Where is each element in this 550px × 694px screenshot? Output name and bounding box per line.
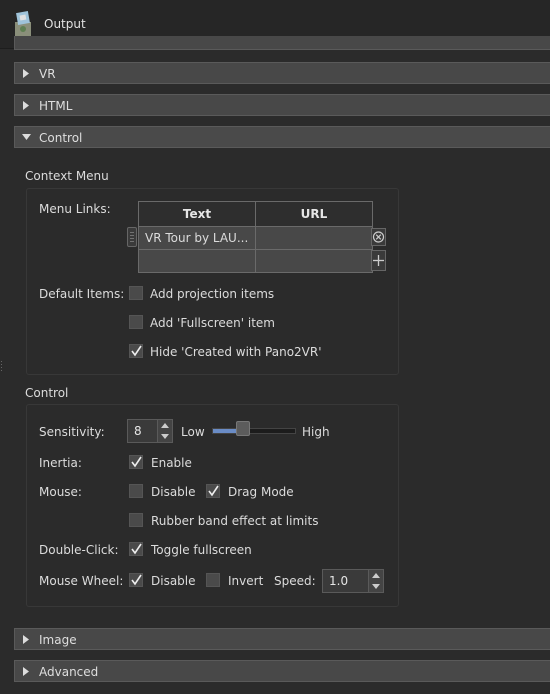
spin-down-icon[interactable]	[369, 581, 383, 592]
mouse-disable-checkbox[interactable]	[129, 484, 143, 498]
section-vr[interactable]: VR	[14, 62, 550, 84]
spin-arrows[interactable]	[368, 570, 383, 592]
section-image[interactable]: Image	[14, 628, 550, 650]
remove-icon	[372, 231, 385, 243]
checkmark-icon	[131, 345, 142, 357]
rubber-band-label[interactable]: Rubber band effect at limits	[151, 514, 318, 528]
sensitivity-high-label: High	[302, 425, 330, 439]
inertia-enable-label[interactable]: Enable	[151, 456, 192, 470]
table-row[interactable]: VR Tour by LAU...	[138, 226, 373, 250]
expand-arrow-icon	[23, 101, 29, 110]
splitter-grip-icon[interactable]	[0, 360, 3, 374]
sensitivity-spinbox[interactable]: 8	[127, 419, 173, 443]
expand-arrow-icon	[23, 635, 29, 644]
expand-arrow-icon	[23, 667, 29, 676]
spin-up-icon[interactable]	[158, 420, 172, 431]
hide-created-with-label[interactable]: Hide 'Created with Pano2VR'	[150, 345, 322, 359]
mouse-wheel-invert-checkbox[interactable]	[206, 573, 220, 587]
section-header-hidden	[14, 36, 550, 50]
mouse-disable-label[interactable]: Disable	[151, 485, 196, 499]
remove-row-button[interactable]	[371, 228, 386, 246]
checkmark-icon	[131, 543, 142, 555]
section-control[interactable]: Control	[14, 126, 550, 148]
drag-mode-label[interactable]: Drag Mode	[228, 485, 294, 499]
column-header-url[interactable]: URL	[255, 201, 373, 227]
table-cell-text[interactable]: VR Tour by LAU...	[138, 226, 256, 250]
double-click-label: Double-Click:	[39, 543, 119, 557]
table-row[interactable]	[138, 249, 373, 273]
table-cell-url[interactable]	[255, 226, 373, 250]
mouse-label: Mouse:	[39, 485, 82, 499]
inertia-enable-checkbox[interactable]	[129, 455, 143, 469]
plus-icon	[373, 255, 384, 266]
slider-handle[interactable]	[236, 421, 250, 436]
checkmark-icon	[131, 574, 142, 586]
toggle-fullscreen-checkbox[interactable]	[129, 542, 143, 556]
mouse-wheel-disable-checkbox[interactable]	[129, 573, 143, 587]
checkmark-icon	[208, 485, 219, 497]
menu-links-label: Menu Links:	[39, 202, 111, 216]
row-drag-handle[interactable]	[127, 227, 137, 247]
spin-down-icon[interactable]	[158, 431, 172, 442]
add-projection-items-label[interactable]: Add projection items	[150, 287, 274, 301]
checkmark-icon	[131, 456, 142, 468]
section-label: Image	[39, 633, 77, 647]
sensitivity-low-label: Low	[181, 425, 205, 439]
menu-links-table: Text URL VR Tour by LAU...	[138, 201, 373, 273]
spin-up-icon[interactable]	[369, 570, 383, 581]
speed-value[interactable]: 1.0	[329, 574, 348, 588]
section-label: HTML	[39, 99, 73, 113]
collapse-arrow-icon	[22, 134, 31, 140]
toggle-fullscreen-label[interactable]: Toggle fullscreen	[151, 543, 252, 557]
add-fullscreen-item-checkbox[interactable]	[129, 315, 143, 329]
section-advanced[interactable]: Advanced	[14, 660, 550, 682]
speed-spinbox[interactable]: 1.0	[322, 569, 384, 593]
control-group-title: Control	[25, 386, 69, 400]
mouse-wheel-disable-label[interactable]: Disable	[151, 574, 196, 588]
section-label: Control	[39, 131, 83, 145]
window-title: Output	[44, 17, 86, 31]
table-cell-text[interactable]	[138, 249, 256, 273]
section-label: VR	[39, 67, 56, 81]
mouse-wheel-invert-label[interactable]: Invert	[228, 574, 263, 588]
hide-created-with-checkbox[interactable]	[129, 344, 143, 358]
add-row-button[interactable]	[371, 250, 386, 271]
inertia-label: Inertia:	[39, 456, 82, 470]
column-header-text[interactable]: Text	[138, 201, 256, 227]
grip-icon	[130, 232, 134, 243]
slider-fill	[213, 429, 238, 433]
rubber-band-checkbox[interactable]	[129, 513, 143, 527]
pano2vr-app-icon	[15, 11, 31, 36]
expand-arrow-icon	[23, 69, 29, 78]
section-html[interactable]: HTML	[14, 94, 550, 116]
speed-label: Speed:	[274, 574, 316, 588]
sensitivity-value[interactable]: 8	[134, 424, 142, 438]
drag-mode-checkbox[interactable]	[206, 484, 220, 498]
context-menu-title: Context Menu	[25, 169, 109, 183]
sensitivity-slider[interactable]	[212, 428, 296, 434]
section-label: Advanced	[39, 665, 99, 679]
add-projection-items-checkbox[interactable]	[129, 286, 143, 300]
mouse-wheel-label: Mouse Wheel:	[39, 574, 124, 588]
sensitivity-label: Sensitivity:	[39, 425, 105, 439]
table-cell-url[interactable]	[255, 249, 373, 273]
add-fullscreen-item-label[interactable]: Add 'Fullscreen' item	[150, 316, 275, 330]
spin-arrows[interactable]	[157, 420, 172, 442]
default-items-label: Default Items:	[39, 287, 125, 301]
